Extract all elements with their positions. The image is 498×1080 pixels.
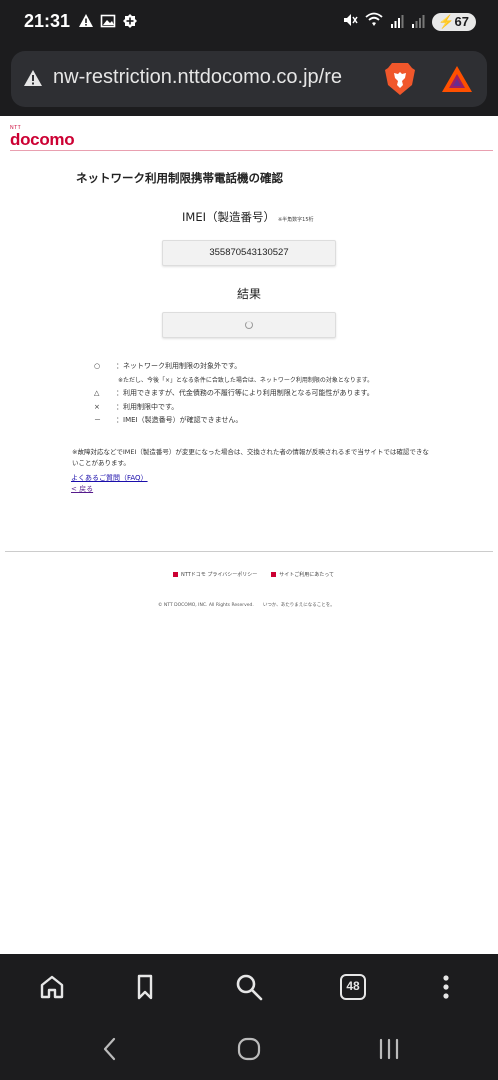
legend-item: × ：利用制限中です。: [94, 401, 374, 415]
brave-rewards-icon[interactable]: [441, 65, 473, 97]
notification-icons: [78, 13, 138, 29]
address-bar[interactable]: nw-restriction.nttdocomo.co.jp/re: [11, 51, 487, 107]
brave-shields-icon[interactable]: [383, 61, 417, 101]
loading-spinner-icon: [245, 321, 253, 329]
search-button[interactable]: [232, 970, 266, 1004]
menu-button[interactable]: [429, 970, 463, 1004]
tabs-button[interactable]: 48: [336, 970, 370, 1004]
arrow-bullet-icon: [173, 572, 178, 577]
battery-level: 67: [454, 14, 469, 29]
home-button[interactable]: [35, 970, 69, 1004]
legend-symbol: ×: [94, 402, 100, 411]
result-field: [162, 312, 336, 338]
tab-count: 48: [340, 974, 366, 1000]
more-vertical-icon: [443, 975, 449, 999]
home-circle-icon: [237, 1037, 261, 1061]
docomo-logo[interactable]: NTT docomo: [10, 126, 75, 149]
legend-symbol: －: [94, 416, 101, 424]
browser-bottom-toolbar: 48: [0, 954, 498, 1018]
imei-note: ※半角数字15桁: [277, 217, 314, 223]
page-title: ネットワーク利用制限携帯電話機の確認: [76, 171, 283, 185]
status-time: 21:31: [24, 11, 71, 31]
bookmark-icon: [137, 974, 153, 1000]
site-terms-link[interactable]: サイトご利用にあたって: [271, 571, 334, 578]
home-nav-button[interactable]: [234, 1036, 264, 1062]
signal-icon: [390, 13, 404, 32]
result-label: 結果: [237, 287, 262, 301]
imei-label-text: IMEI（製造番号）: [182, 210, 275, 224]
legend-item: △ ：利用できますが、代金債務の不履行等により利用制限となる可能性があります。: [94, 387, 374, 401]
back-nav-button[interactable]: [95, 1036, 125, 1062]
header-divider: [10, 150, 493, 151]
back-chevron-icon: [103, 1037, 116, 1061]
back-link[interactable]: < 戻る: [71, 484, 93, 494]
legend-text: 利用できますが、代金債務の不履行等により利用制限となる可能性があります。: [123, 389, 374, 397]
legend-symbol: ○: [94, 362, 101, 370]
system-icons: ⚡67: [342, 12, 476, 32]
search-icon: [236, 974, 263, 1001]
warning-icon: [78, 13, 94, 29]
footer-links: NTTドコモ プライバシーポリシー サイトご利用にあたって: [173, 571, 334, 578]
not-secure-warning-icon[interactable]: [23, 69, 43, 91]
url-text[interactable]: nw-restriction.nttdocomo.co.jp/re: [53, 66, 381, 89]
image-icon: [100, 13, 116, 29]
privacy-policy-link[interactable]: NTTドコモ プライバシーポリシー: [173, 571, 257, 578]
privacy-policy-text: NTTドコモ プライバシーポリシー: [181, 572, 258, 578]
web-page: NTT docomo ネットワーク利用制限携帯電話機の確認 IMEI（製造番号）…: [0, 116, 498, 954]
system-navigation-bar: [0, 1018, 498, 1080]
imei-label: IMEI（製造番号） ※半角数字15桁: [182, 209, 314, 225]
legend-text: IMEI（製造番号）が確認できません。: [123, 416, 243, 424]
faq-link[interactable]: よくあるご質問（FAQ）: [71, 473, 148, 483]
copyright: © NTT DOCOMO, INC. All Rights Reserved. …: [158, 603, 335, 608]
recents-nav-button[interactable]: [374, 1036, 404, 1062]
legend-text: ネットワーク利用制限の対象外です。: [123, 362, 242, 370]
result-legend: ○ ：ネットワーク利用制限の対象外です。 ※ただし、今後「×」となる条件に合致した…: [94, 360, 374, 428]
battery-indicator: ⚡67: [432, 13, 476, 31]
legend-subnote: ※ただし、今後「×」となる条件に合致した場合は、ネットワーク利用制限の対象となり…: [118, 376, 374, 384]
legend-item: －：IMEI（製造番号）が確認できません。: [94, 414, 374, 428]
wifi-icon: [365, 12, 383, 32]
badge-plus-icon: [122, 13, 138, 29]
footer-divider: [5, 551, 493, 552]
legend-item: ○ ：ネットワーク利用制限の対象外です。: [94, 360, 374, 374]
mute-icon: [342, 12, 358, 32]
logo-text: docomo: [10, 130, 75, 149]
legend-text: 利用制限中です。: [123, 402, 179, 411]
legend-symbol: △: [94, 389, 100, 397]
signal-icon: [411, 13, 425, 32]
arrow-bullet-icon: [271, 572, 277, 577]
browser-toolbar: nw-restriction.nttdocomo.co.jp/re: [0, 46, 498, 116]
home-icon: [40, 975, 64, 999]
recents-icon: [379, 1038, 399, 1060]
imei-change-note: ※故障対応などでIMEI（製造番号）が変更になった場合は、交換された者の情報が反…: [72, 448, 429, 467]
imei-value-field: 355870543130527: [162, 240, 336, 266]
site-terms-text: サイトご利用にあたって: [279, 572, 335, 578]
status-bar: 21:31 ⚡67: [0, 0, 498, 46]
bookmarks-button[interactable]: [128, 970, 162, 1004]
